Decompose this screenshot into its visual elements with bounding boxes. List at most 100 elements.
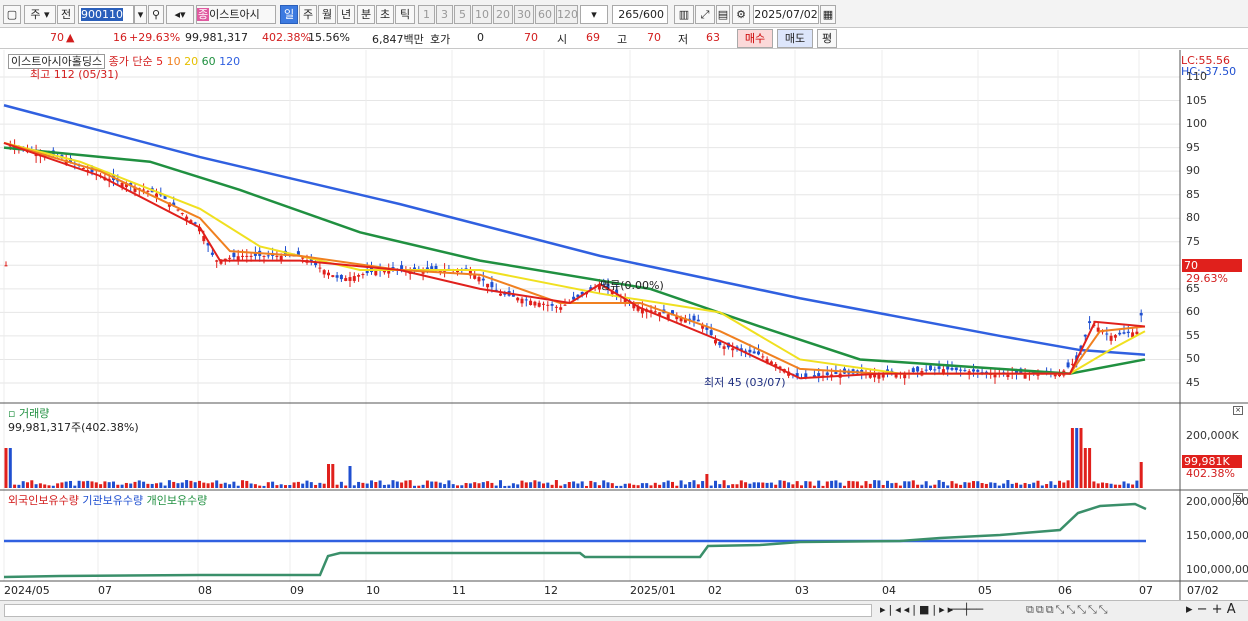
volume-bar — [34, 484, 38, 488]
volume-bar — [228, 484, 232, 488]
period-tab-day[interactable]: 일 — [280, 5, 298, 24]
candle-body — [318, 267, 322, 269]
volume-bar — [1058, 480, 1061, 488]
mid-label: 명류(0.00%) — [600, 279, 664, 292]
stock-badge: 종 — [197, 8, 210, 21]
candle-body — [731, 348, 735, 351]
hoga-label: 호가 — [430, 33, 451, 46]
price-tick-45: 45 — [1186, 376, 1200, 389]
search-icon[interactable]: ⚲ — [148, 5, 164, 24]
candle-icon[interactable]: ▥ — [674, 5, 694, 24]
volume-bar — [417, 485, 421, 488]
eval-button[interactable]: 평 — [817, 29, 837, 48]
date-field[interactable]: 2025/07/02 — [753, 5, 819, 24]
volume-bar — [473, 482, 477, 488]
sell-button[interactable]: 매도 — [777, 29, 813, 48]
code-dropdown-icon[interactable]: ▾ — [134, 5, 147, 24]
volume-bar — [56, 483, 60, 488]
screen-icon[interactable]: ▢ — [3, 5, 21, 24]
candle-body — [554, 306, 558, 308]
volume-bar — [318, 482, 322, 488]
num-btn-10[interactable]: 10 — [472, 5, 492, 24]
save-icon[interactable]: ▤ — [716, 5, 730, 24]
num-select[interactable]: ▾ — [580, 5, 608, 24]
volume-bar — [1083, 448, 1087, 488]
num-btn-120[interactable]: 120 — [556, 5, 578, 24]
period-tab-second[interactable]: 초 — [376, 5, 394, 24]
last-price-pct: 29.63% — [1186, 272, 1228, 285]
num-btn-60[interactable]: 60 — [535, 5, 555, 24]
volume-bar — [443, 484, 447, 488]
volume-bar — [344, 485, 348, 488]
stock-name[interactable]: 종이스트아시 — [196, 5, 276, 24]
candle-body — [335, 275, 339, 278]
num-btn-20[interactable]: 20 — [493, 5, 513, 24]
candle-body — [245, 255, 249, 257]
period-tab-tick[interactable]: 틱 — [395, 5, 415, 24]
volume-bar — [1070, 428, 1074, 488]
volume-bar — [890, 483, 894, 488]
x-tick-11: 05 — [978, 584, 992, 597]
buy-button[interactable]: 매수 — [737, 29, 773, 48]
volume-bar — [370, 480, 373, 488]
period-tab-week[interactable]: 주 — [299, 5, 317, 24]
volume-bar — [1092, 481, 1096, 488]
volume-bar — [361, 482, 365, 488]
period-tab-minute[interactable]: 분 — [357, 5, 375, 24]
volume-bar — [47, 485, 51, 488]
num-btn-1[interactable]: 1 — [418, 5, 435, 24]
num-btn-5[interactable]: 5 — [454, 5, 471, 24]
volume-bar — [709, 485, 713, 488]
volume-bar — [124, 482, 128, 488]
candle-body — [533, 301, 537, 306]
candle-body — [718, 342, 722, 346]
drawing-icon[interactable]: ⤢ — [695, 5, 715, 24]
market-select[interactable]: 주 ▾ — [24, 5, 56, 24]
volume-bar — [993, 482, 997, 488]
candle-body — [714, 340, 717, 344]
up-arrow-icon: ▲ — [66, 31, 75, 44]
turnover: 15.56% — [308, 31, 350, 44]
volume-bar — [451, 484, 455, 488]
playback-controls[interactable]: ▸|◂◂|■|▸▸ — [880, 603, 956, 616]
speaker-icon[interactable]: ◂▾ — [166, 5, 194, 24]
volume-bar — [774, 484, 778, 488]
calendar-icon[interactable]: ▦ — [820, 5, 836, 24]
volume-bar — [722, 480, 726, 488]
holding-tick-3: 100,000,00 — [1186, 563, 1248, 576]
volume-bar — [490, 482, 494, 488]
volume-bar — [90, 481, 94, 488]
num-btn-30[interactable]: 30 — [514, 5, 534, 24]
zoom-buttons[interactable]: ▸ − + A — [1186, 602, 1236, 617]
volume-bar — [838, 482, 842, 488]
code-input[interactable]: 900110 — [78, 5, 134, 24]
period-tab-year[interactable]: 년 — [337, 5, 355, 24]
volume-bar — [245, 480, 249, 488]
scrollbar-track[interactable] — [4, 604, 872, 617]
settings-icon[interactable]: ⚙ — [732, 5, 750, 24]
volume-bar — [1088, 448, 1092, 488]
volume-bar — [787, 482, 791, 488]
count-field[interactable]: 265/600 — [612, 5, 668, 24]
zoom-slider[interactable]: ──┼── — [950, 603, 1020, 616]
candle-body — [537, 302, 541, 307]
volume-bar — [404, 480, 408, 488]
volume-bar — [778, 480, 782, 488]
volume-bar — [907, 481, 911, 488]
volume-bar — [1135, 480, 1139, 488]
candle-body — [761, 356, 765, 358]
volume-bar — [959, 484, 963, 488]
volume-bar — [507, 485, 511, 488]
volume-bar — [107, 482, 111, 488]
chart-canvas[interactable] — [0, 50, 1248, 600]
volume-close-icon[interactable]: × — [1233, 406, 1243, 415]
volume-bar — [4, 448, 8, 488]
volume-bar — [159, 482, 163, 488]
num-btn-3[interactable]: 3 — [436, 5, 453, 24]
volume-bar — [804, 481, 808, 488]
chart-tool-icons[interactable]: ⧉⧉⧉⤡⤡⤡⤡⤡ — [1026, 603, 1110, 617]
holding-close-icon[interactable]: × — [1233, 493, 1243, 502]
prev-button[interactable]: 전 — [57, 5, 75, 24]
volume-bar — [929, 485, 932, 488]
period-tab-month[interactable]: 월 — [318, 5, 336, 24]
